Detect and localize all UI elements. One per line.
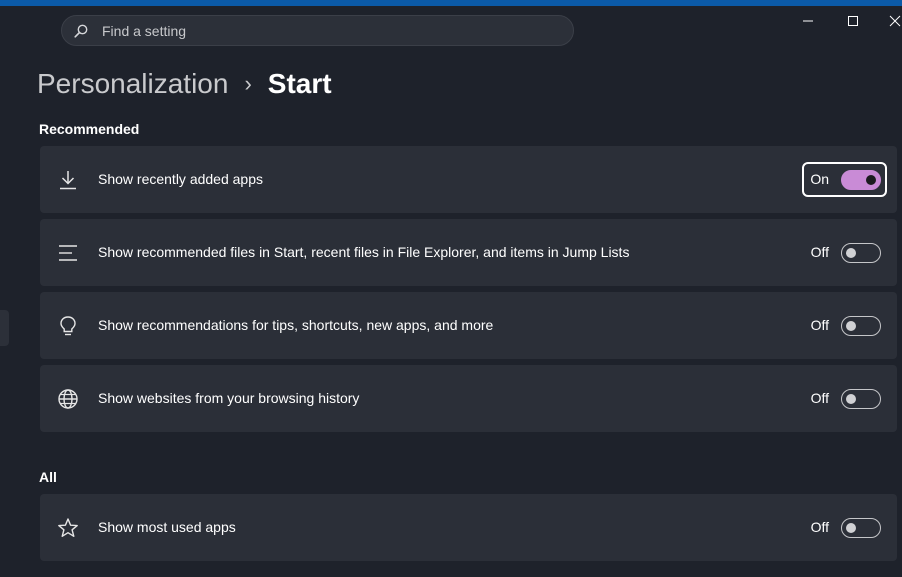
toggle-switch[interactable] — [841, 389, 881, 409]
search-input[interactable]: Find a setting — [102, 23, 186, 39]
search-box[interactable]: Find a setting — [61, 15, 574, 46]
toggle-knob — [846, 248, 856, 258]
download-icon — [56, 168, 80, 192]
toggle-knob — [866, 175, 876, 185]
toggle-state-text: Off — [810, 519, 829, 535]
toggle-state-text: On — [810, 171, 829, 187]
setting-label: Show recommendations for tips, shortcuts… — [98, 317, 494, 333]
page-title: Start — [267, 68, 332, 99]
setting-label: Show most used apps — [98, 519, 236, 535]
chevron-right-icon: › — [244, 71, 252, 96]
toggle-state-text: Off — [810, 317, 829, 333]
star-icon — [56, 516, 80, 540]
setting-label: Show websites from your browsing history — [98, 390, 360, 406]
breadcrumb-personalization[interactable]: Personalization — [37, 68, 228, 100]
section-title-recommended: Recommended — [39, 121, 140, 137]
search-icon — [74, 24, 88, 38]
globe-icon — [56, 387, 80, 411]
close-icon — [889, 14, 901, 32]
toggle-state-text: Off — [810, 390, 829, 406]
minimize-button[interactable] — [799, 14, 817, 32]
maximize-button[interactable] — [844, 14, 862, 32]
setting-label: Show recently added apps — [98, 171, 263, 187]
setting-card-most-used-apps: Show most used apps Off — [40, 494, 897, 561]
breadcrumb: Personalization › Start — [37, 64, 332, 104]
minimize-icon — [802, 14, 814, 32]
toggle-switch[interactable] — [841, 518, 881, 538]
toggle-knob — [846, 523, 856, 533]
toggle-switch[interactable] — [841, 170, 881, 190]
setting-card-recommended-files: Show recommended files in Start, recent … — [40, 219, 897, 286]
toggle-knob — [846, 321, 856, 331]
close-button[interactable] — [888, 14, 902, 32]
window-top-accent-bar — [0, 0, 902, 6]
toggle-switch[interactable] — [841, 243, 881, 263]
toggle-switch[interactable] — [841, 316, 881, 336]
toggle-knob — [846, 394, 856, 404]
list-lines-icon — [56, 241, 80, 265]
nav-pane-edge — [0, 310, 9, 346]
lightbulb-icon — [56, 314, 80, 338]
toggle-state-text: Off — [810, 244, 829, 260]
maximize-icon — [847, 14, 859, 32]
setting-card-recently-added-apps: Show recently added apps On — [40, 146, 897, 213]
section-title-all: All — [39, 469, 57, 485]
setting-label: Show recommended files in Start, recent … — [98, 244, 630, 260]
setting-card-recommendations-tips: Show recommendations for tips, shortcuts… — [40, 292, 897, 359]
setting-card-browsing-history: Show websites from your browsing history… — [40, 365, 897, 432]
